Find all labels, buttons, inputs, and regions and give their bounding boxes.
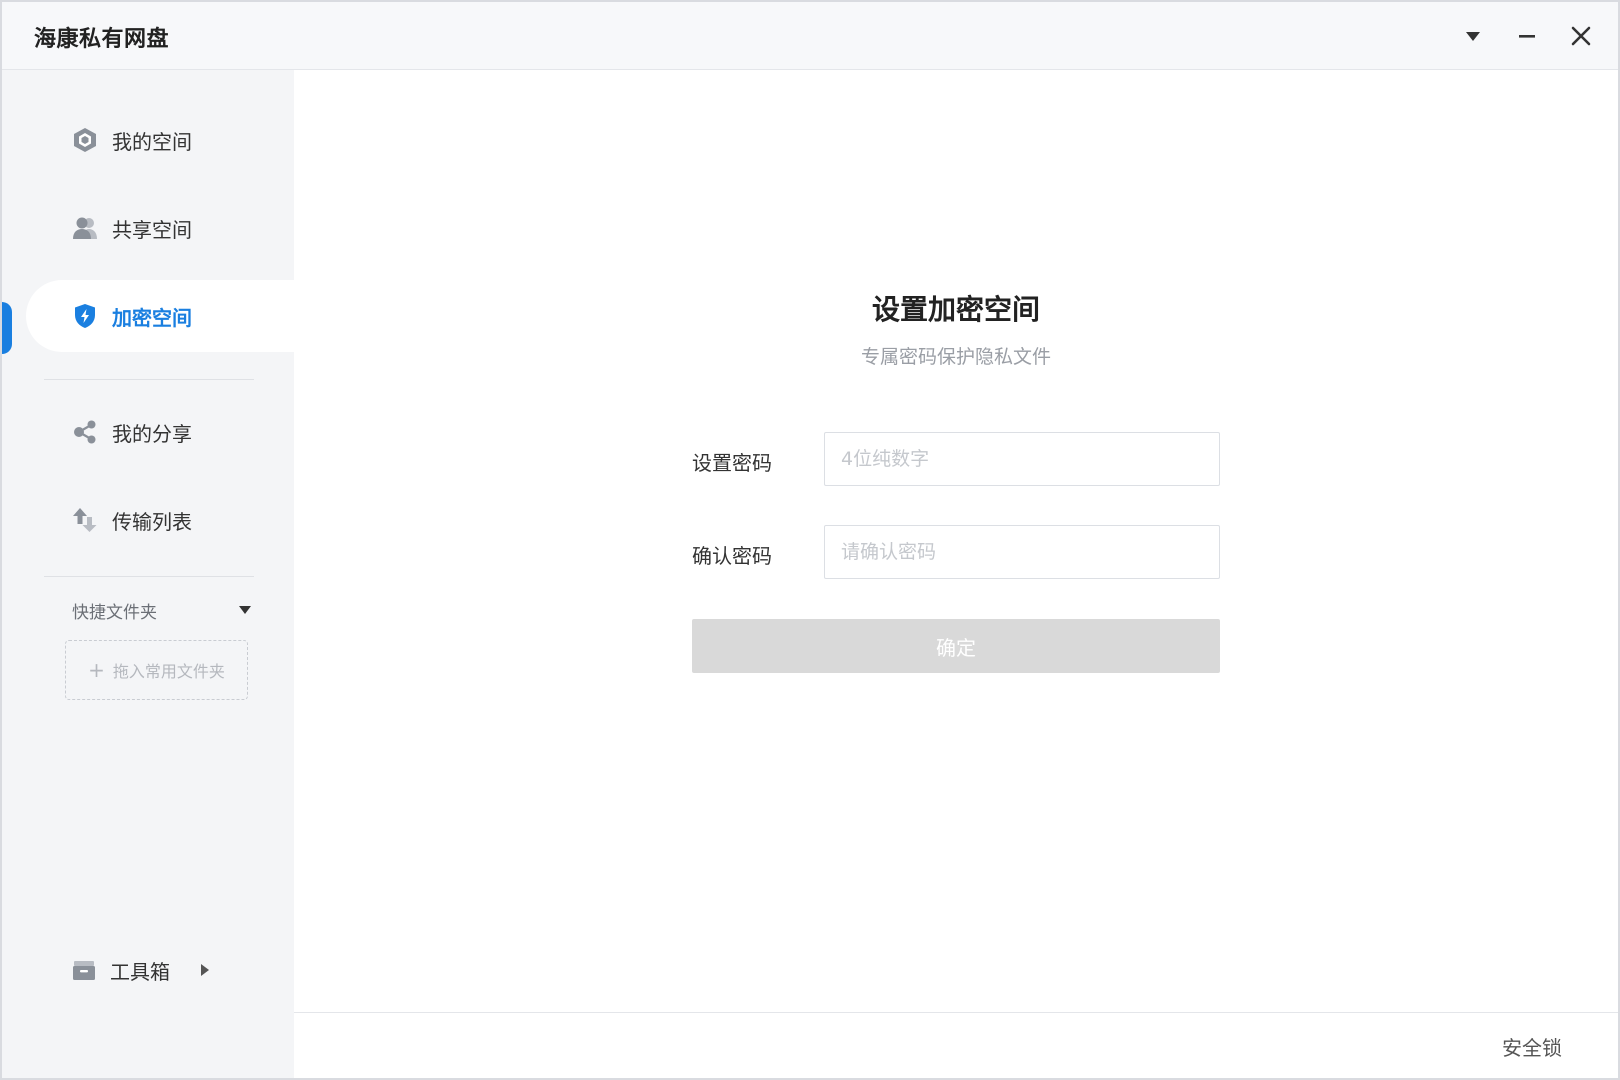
sidebar-item-label: 加密空间 [112, 305, 192, 330]
sidebar-item-transfer-list[interactable]: 传输列表 [26, 484, 294, 556]
quick-folders-header[interactable]: 快捷文件夹 [72, 595, 252, 625]
password-input[interactable] [824, 432, 1220, 486]
caret-down-icon [1466, 32, 1480, 41]
caret-right-icon [201, 964, 209, 976]
transfer-icon [72, 507, 98, 533]
plus-icon: + [88, 658, 105, 682]
confirm-password-label: 确认密码 [692, 544, 772, 568]
share-icon [72, 419, 98, 445]
confirm-button[interactable]: 确定 [692, 619, 1220, 673]
app-title: 海康私有网盘 [34, 27, 170, 52]
quick-folders-label: 快捷文件夹 [72, 602, 157, 623]
sidebar-divider [44, 379, 254, 380]
sidebar-divider [44, 576, 254, 577]
my-space-icon [72, 127, 98, 153]
sidebar-item-encrypted-space[interactable]: 加密空间 [26, 280, 294, 352]
sidebar-item-label: 我的分享 [112, 421, 192, 446]
minimize-button[interactable] [1511, 20, 1543, 52]
drop-hint-label: 拖入常用文件夹 [112, 662, 225, 681]
sidebar: 我的空间 共享空间 加密空间 我的分享 传输列表 快捷文件夹 + 拖入常用文件夹… [2, 70, 294, 1078]
app-window: 海康私有网盘 我的空间 共享空间 加密空间 我的分享 传输列表 快捷文件夹 + … [0, 0, 1620, 1080]
shared-space-icon [72, 215, 98, 241]
minimize-icon [1519, 35, 1535, 38]
toolbox-button[interactable]: 工具箱 [72, 950, 210, 990]
close-button[interactable] [1565, 20, 1597, 52]
security-lock-button[interactable]: 安全锁 [1502, 1032, 1562, 1061]
encrypted-space-icon [72, 303, 98, 329]
quick-folder-drop-zone[interactable]: + 拖入常用文件夹 [65, 640, 248, 700]
sidebar-item-label: 传输列表 [112, 509, 192, 534]
main-content: 设置加密空间 专属密码保护隐私文件 设置密码 确认密码 确定 [294, 70, 1618, 1012]
toolbox-label: 工具箱 [110, 959, 170, 984]
confirm-password-input[interactable] [824, 525, 1220, 579]
sidebar-item-label: 共享空间 [112, 217, 192, 242]
toolbox-icon [72, 959, 96, 981]
menu-dropdown-button[interactable] [1457, 20, 1489, 52]
status-footer: 安全锁 [294, 1012, 1618, 1078]
close-icon [1571, 26, 1591, 46]
page-title: 设置加密空间 [871, 293, 1040, 326]
sidebar-item-label: 我的空间 [112, 129, 192, 154]
password-label: 设置密码 [692, 451, 772, 475]
sidebar-item-my-space[interactable]: 我的空间 [26, 104, 294, 176]
sidebar-item-shared-space[interactable]: 共享空间 [26, 192, 294, 264]
title-bar: 海康私有网盘 [2, 2, 1618, 70]
caret-down-icon [239, 606, 251, 614]
active-indicator [2, 302, 12, 354]
page-subtitle: 专属密码保护隐私文件 [860, 346, 1051, 368]
sidebar-item-my-share[interactable]: 我的分享 [26, 396, 294, 468]
